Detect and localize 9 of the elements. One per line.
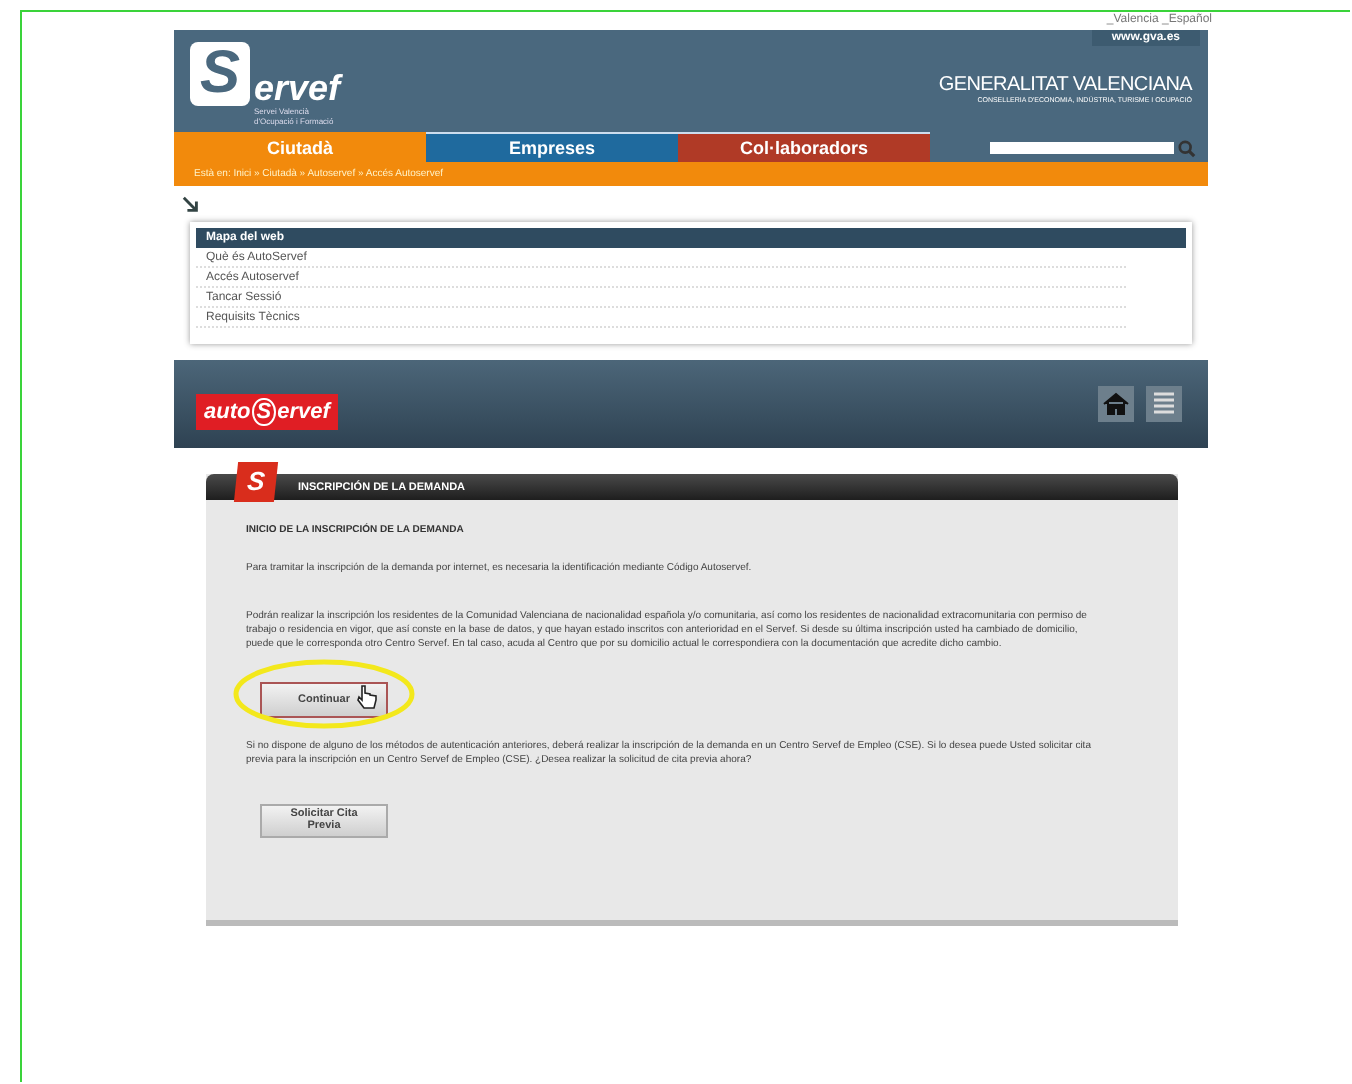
servef-badge: S [233, 461, 279, 501]
list-icon[interactable] [1146, 386, 1182, 422]
home-icon[interactable] [1098, 386, 1134, 422]
autoservef-logo: auto S ervef [196, 394, 338, 430]
nav-tab[interactable]: Empreses [426, 132, 678, 162]
arrow-icon[interactable] [182, 196, 200, 214]
nav-tab[interactable]: Col·laboradors [678, 132, 930, 162]
search-field[interactable] [990, 139, 1196, 157]
hand-cursor-icon [356, 684, 378, 710]
